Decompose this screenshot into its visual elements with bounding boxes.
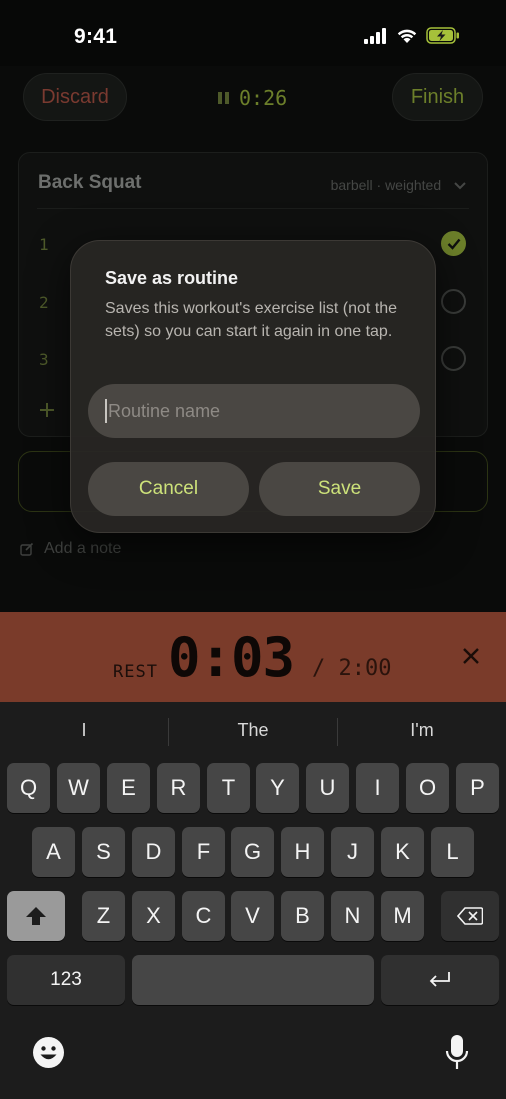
key-u[interactable]: U [306,763,349,813]
routine-name-input[interactable] [108,400,398,422]
edit-note-icon [20,542,34,556]
key-g[interactable]: G [231,827,274,877]
key-e[interactable]: E [107,763,150,813]
save-button[interactable]: Save [259,462,420,516]
key-l[interactable]: L [431,827,474,877]
key-d[interactable]: D [132,827,175,877]
routine-name-field[interactable] [88,384,420,438]
add-note-label: Add a note [44,540,122,557]
delete-key[interactable] [441,891,499,941]
status-icons [364,27,460,44]
rest-total: / 2:00 [312,656,392,681]
key-w[interactable]: W [57,763,100,813]
key-c[interactable]: C [182,891,225,941]
cancel-button[interactable]: Cancel [88,462,249,516]
keyboard: I The I'm Q W E R T Y U I O P A S D F G … [0,702,506,1099]
pause-icon[interactable] [218,92,229,104]
key-p[interactable]: P [456,763,499,813]
set-number: 2 [39,293,49,312]
key-y[interactable]: Y [256,763,299,813]
status-time: 9:41 [74,25,118,48]
rest-label: REST [113,662,158,682]
checkmark-icon [447,238,460,250]
set-complete-checkbox[interactable] [441,231,466,256]
text-caret [105,399,107,423]
set-number: 3 [39,350,49,369]
space-key[interactable] [132,955,374,1005]
close-icon[interactable] [462,647,480,665]
key-j[interactable]: J [331,827,374,877]
chevron-down-icon [454,182,466,190]
key-o[interactable]: O [406,763,449,813]
workout-timer: 0:26 [218,86,287,110]
key-t[interactable]: T [207,763,250,813]
exercise-title: Back Squat [38,172,142,193]
key-i[interactable]: I [356,763,399,813]
battery-charging-icon [426,27,459,44]
plus-icon [40,403,54,417]
set-complete-checkbox[interactable] [441,346,466,371]
key-b[interactable]: B [281,891,324,941]
key-r[interactable]: R [157,763,200,813]
save-routine-dialog: Save as routine Saves this workout's exe… [70,240,436,533]
suggestion-1[interactable]: I [0,720,168,741]
shift-key[interactable] [7,891,65,941]
key-n[interactable]: N [331,891,374,941]
return-key[interactable] [381,955,499,1005]
exercise-tags-label: barbell · weighted [330,177,442,193]
rest-remaining: 0:03 [168,626,295,689]
set-complete-checkbox[interactable] [441,289,466,314]
key-k[interactable]: K [381,827,424,877]
elapsed-time: 0:26 [239,86,288,110]
exercise-tags[interactable]: barbell · weighted [331,177,467,193]
key-s[interactable]: S [82,827,125,877]
key-h[interactable]: H [281,827,324,877]
microphone-icon[interactable] [444,1034,470,1072]
shift-arrow-icon [26,907,46,925]
add-note-button[interactable]: Add a note [20,540,121,558]
set-number: 1 [39,235,49,254]
dialog-message: Saves this workout's exercise list (not … [105,300,398,340]
return-icon [429,972,450,987]
card-divider [37,208,469,209]
cellular-signal-icon [364,27,386,44]
key-q[interactable]: Q [7,763,50,813]
discard-button[interactable]: Discard [23,73,127,121]
numbers-key[interactable]: 123 [7,955,125,1005]
dialog-title: Save as routine [105,268,239,288]
emoji-icon[interactable] [32,1036,65,1069]
status-bar: 9:41 [0,0,506,66]
suggestion-3[interactable]: I'm [338,720,506,741]
key-z[interactable]: Z [82,891,125,941]
rest-timer-banner: REST 0:03 / 2:00 [0,612,506,702]
wifi-icon [397,29,417,43]
backspace-icon [457,907,483,925]
key-v[interactable]: V [231,891,274,941]
finish-button[interactable]: Finish [392,73,483,121]
key-a[interactable]: A [32,827,75,877]
key-x[interactable]: X [132,891,175,941]
add-set-button[interactable] [39,401,55,424]
key-f[interactable]: F [182,827,225,877]
suggestion-2[interactable]: The [169,720,337,741]
key-m[interactable]: M [381,891,424,941]
